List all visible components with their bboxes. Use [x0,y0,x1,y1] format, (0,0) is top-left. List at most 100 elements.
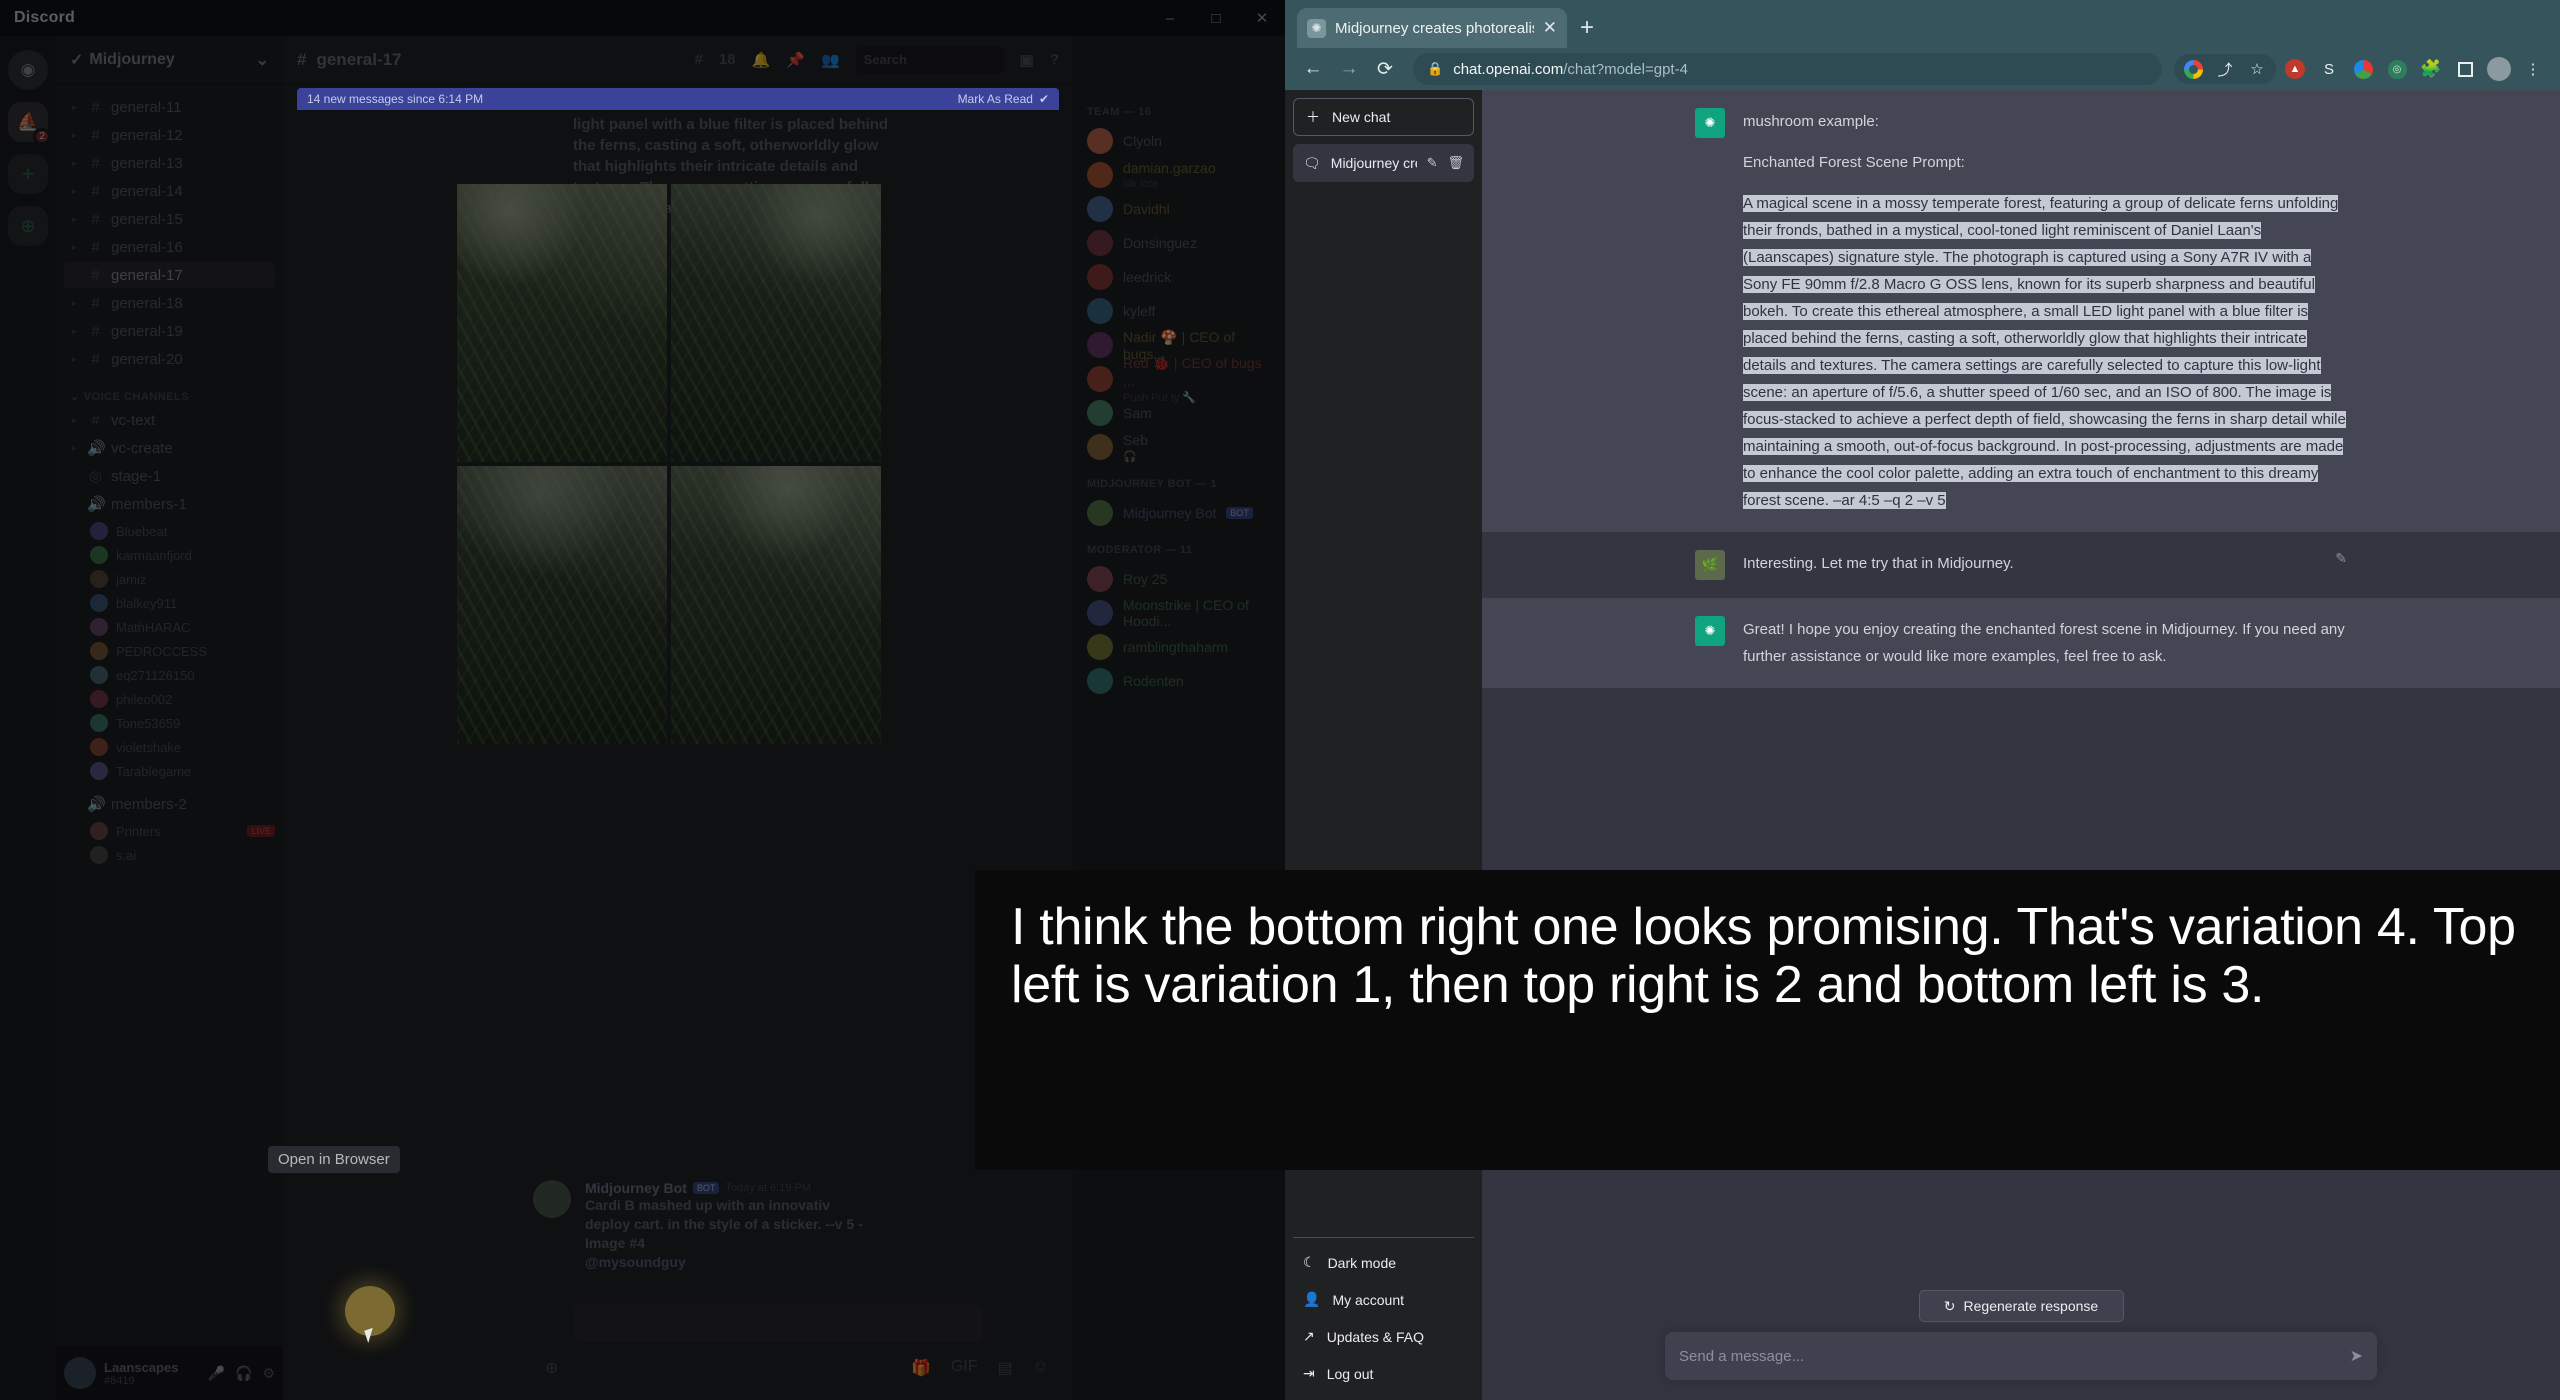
midjourney-variation-3[interactable] [457,466,667,744]
sidebar-item-updates-faq[interactable]: ↗ Updates & FAQ [1293,1318,1474,1355]
gift-icon[interactable]: 🎁 [911,1358,931,1378]
discord-channel-list[interactable]: ▸ # general-11 ▸ # general-12 ▸ # general-13 ▸… [56,84,283,1346]
send-icon[interactable]: ➤ [2350,1346,2363,1366]
sidebar-item-dark-mode[interactable]: ☾ Dark mode [1293,1244,1474,1281]
mark-read-icon[interactable]: ✔ [1039,92,1049,106]
discord-server-midjourney[interactable]: ⛵ 2 [8,102,51,145]
sidebar-item-my-account[interactable]: 👤 My account [1293,1281,1474,1318]
headphones-icon[interactable]: 🎧 [235,1365,252,1382]
browser-tab-strip[interactable]: ✺ Midjourney creates photorealisti ✕ + [1285,0,2560,48]
discord-channel-general-12[interactable]: ▸ # general-12 [64,122,275,148]
discord-voice-vc-create[interactable]: ▸ 🔊 vc-create [64,435,275,461]
discord-voice-member[interactable]: Tone53659 [82,711,283,735]
avatar[interactable] [533,1180,571,1218]
microphone-icon[interactable]: 🎤 [208,1365,225,1382]
discord-channel-general-14[interactable]: ▸ # general-14 [64,178,275,204]
reload-button[interactable]: ⟳ [1369,53,1401,85]
discord-server-header[interactable]: ✓ Midjourney ⌄ [56,36,283,84]
discord-voice-vc-text[interactable]: ▸ # vc-text [64,407,275,433]
discord-channel-general-20[interactable]: ▸ # general-20 [64,346,275,372]
bookmark-star-icon[interactable]: ☆ [2242,54,2272,84]
pin-icon[interactable]: 📌 [786,51,805,69]
browser-toolbar-actions[interactable]: ⤴ ☆ ▲ S ◎ 🧩 ⋮ [2174,54,2548,84]
profile-avatar-icon[interactable] [2484,54,2514,84]
member-row[interactable]: leedrick [1073,260,1285,294]
member-row[interactable]: Moonstrike | CEO of Hoodi... [1073,596,1285,630]
discord-voice-member[interactable]: Printers LIVE [82,819,283,843]
browser-tab-chatgpt[interactable]: ✺ Midjourney creates photorealisti ✕ [1297,8,1567,48]
discord-voice-member[interactable]: Bluebeat [82,519,283,543]
discord-channel-general-13[interactable]: ▸ # general-13 [64,150,275,176]
threads-icon[interactable]: # [695,51,703,68]
google-icon[interactable] [2178,54,2208,84]
chatgpt-message-input[interactable]: Send a message... ➤ [1665,1332,2377,1380]
midjourney-image-grid[interactable] [457,184,881,744]
chatgpt-sidebar[interactable]: ＋ New chat 🗨 Midjourney creates pho ✎ 🗑 … [1285,90,1482,1400]
member-row[interactable]: Rodenten [1073,664,1285,698]
member-row[interactable]: kyleff [1073,294,1285,328]
s-extension-icon[interactable]: S [2314,54,2344,84]
discord-voice-members-1[interactable]: 🔊 members-1 [64,491,275,517]
gif-icon[interactable]: GIF [951,1358,978,1378]
discord-channel-general-16[interactable]: ▸ # general-16 [64,234,275,260]
close-icon[interactable]: ✕ [1543,18,1557,38]
member-row[interactable]: Roy 25 [1073,562,1285,596]
discord-voice-member[interactable]: PEDROCCESS [82,639,283,663]
browser-navigation-bar[interactable]: ← → ⟳ 🔒 chat.openai.com/chat?model=gpt-4… [1285,48,2560,90]
share-icon[interactable]: ⤴ [2210,54,2240,84]
attach-plus-icon[interactable]: ⊕ [545,1358,558,1378]
member-row[interactable]: Seb 🎧 [1073,430,1285,464]
discord-close-button[interactable]: ✕ [1239,0,1285,36]
discord-explore-servers-button[interactable]: ⊕ [8,206,48,246]
midjourney-variation-4[interactable] [671,466,881,744]
discord-channel-sidebar[interactable]: ✓ Midjourney ⌄ ▸ # general-11 ▸ # general-12… [56,36,283,1400]
discord-channel-general-19[interactable]: ▸ # general-19 [64,318,275,344]
kebab-menu-icon[interactable]: ⋮ [2518,54,2548,84]
discord-server-rail[interactable]: ◉ ⛵ 2 + ⊕ [0,36,56,1400]
help-icon[interactable]: ? [1050,51,1059,68]
member-row[interactable]: Red 🐞 | CEO of bugs ... Push Put ty 🔧 [1073,355,1285,404]
new-tab-button[interactable]: + [1567,8,1607,48]
notification-bell-icon[interactable]: 🔔 [752,51,771,69]
message-mention[interactable]: @mysoundguy [585,1253,873,1272]
address-bar[interactable]: 🔒 chat.openai.com/chat?model=gpt-4 [1413,53,2162,85]
member-row[interactable]: Clyoln [1073,124,1285,158]
regenerate-response-button[interactable]: ↻ Regenerate response [1918,1290,2124,1322]
gear-icon[interactable]: ⚙ [262,1365,275,1382]
forward-button[interactable]: → [1333,53,1365,85]
discord-channel-general-18[interactable]: ▸ # general-18 [64,290,275,316]
puzzle-extensions-icon[interactable]: 🧩 [2416,54,2446,84]
discord-voice-members-2[interactable]: 🔊 members-2 [64,791,275,817]
green-shield-extension-icon[interactable]: ◎ [2382,54,2412,84]
discord-voice-member[interactable]: eq271126150 [82,663,283,687]
selected-prompt-text[interactable]: A magical scene in a mossy temperate for… [1743,195,2346,509]
discord-channel-general-17[interactable]: # general-17 [64,262,275,288]
discord-voice-stage-1[interactable]: ◎ stage-1 [64,463,275,489]
discord-search-input[interactable]: Search [855,46,1004,73]
discord-window[interactable]: Discord – □ ✕ ◉ ⛵ 2 + ⊕ ✓ Midjourney ⌄ ▸… [0,0,1285,1400]
mark-as-read-label[interactable]: Mark As Read [958,92,1033,106]
sidebar-item-log-out[interactable]: ⇥ Log out [1293,1355,1474,1392]
inbox-icon[interactable]: ▣ [1020,51,1034,69]
color-wheel-extension-icon[interactable] [2348,54,2378,84]
back-button[interactable]: ← [1297,53,1329,85]
sticker-icon[interactable]: ▤ [998,1358,1013,1378]
discord-new-messages-banner[interactable]: 14 new messages since 6:14 PM Mark As Re… [297,88,1059,110]
discord-voice-member[interactable]: blalkey911 [82,591,283,615]
chevron-down-icon[interactable]: ⌄ [256,50,269,70]
discord-minimize-button[interactable]: – [1147,0,1193,36]
member-row[interactable]: ramblingthaharm [1073,630,1285,664]
discord-add-server-button[interactable]: + [8,154,48,194]
discord-voice-member[interactable]: phileo002 [82,687,283,711]
discord-voice-member[interactable]: jamiz [82,567,283,591]
discord-voice-member[interactable]: MathHARAC [82,615,283,639]
members-icon[interactable]: 👥 [821,51,840,69]
brave-shields-icon[interactable]: ▲ [2280,54,2310,84]
discord-voice-member[interactable]: Tarablegame [82,759,283,783]
member-row[interactable]: damian.garzao idk lore [1073,158,1285,192]
discord-voice-category-header[interactable]: ⌄ VOICE CHANNELS [56,374,283,407]
discord-home-button[interactable]: ◉ [8,50,48,90]
avatar[interactable] [64,1357,96,1389]
sidebar-panel-icon[interactable] [2450,54,2480,84]
midjourney-variation-2[interactable] [671,184,881,462]
